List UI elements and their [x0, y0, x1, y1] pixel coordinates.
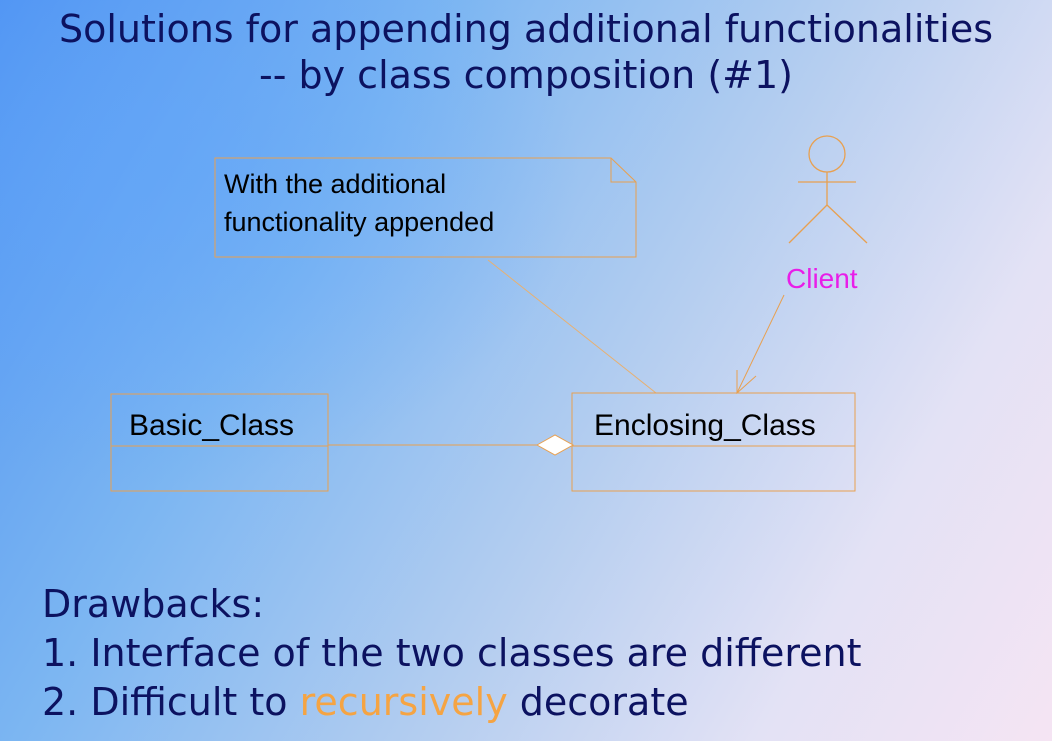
aggregation: [328, 434, 575, 456]
client-association: [736, 294, 785, 395]
drawback-item-2-prefix: 2. Difficult to: [42, 680, 300, 724]
client-label: Client: [786, 263, 858, 294]
drawback-item-2-suffix: decorate: [507, 680, 689, 724]
actor-head: [808, 135, 846, 173]
drawbacks-heading: Drawbacks:: [42, 582, 265, 626]
client-association-line: [736, 294, 785, 394]
enclosing-class-box: Enclosing_Class: [571, 392, 856, 492]
note-text-line-2: functionality appended: [224, 207, 494, 237]
note-text-line-1: With the additional: [224, 169, 446, 199]
enclosing-class-name: Enclosing_Class: [594, 409, 816, 442]
drawbacks-list: Drawbacks: 1. Interface of the two class…: [42, 580, 862, 727]
drawback-item-2-highlight: recursively: [299, 680, 508, 724]
actor-right-leg: [826, 204, 868, 244]
basic-class-name: Basic_Class: [129, 409, 294, 442]
enclosing-class-outline: [571, 392, 856, 492]
note-anchor-line: [487, 259, 657, 394]
actor-left-leg: [788, 204, 828, 244]
drawback-item-2: 2. Difficult to recursively decorate: [42, 678, 862, 727]
note: With the additional functionality append…: [214, 157, 637, 258]
client-actor: [788, 135, 868, 244]
aggregation-diamond: [535, 434, 575, 456]
drawback-item-1: 1. Interface of the two classes are diff…: [42, 631, 862, 675]
basic-class-box: Basic_Class: [110, 393, 329, 492]
